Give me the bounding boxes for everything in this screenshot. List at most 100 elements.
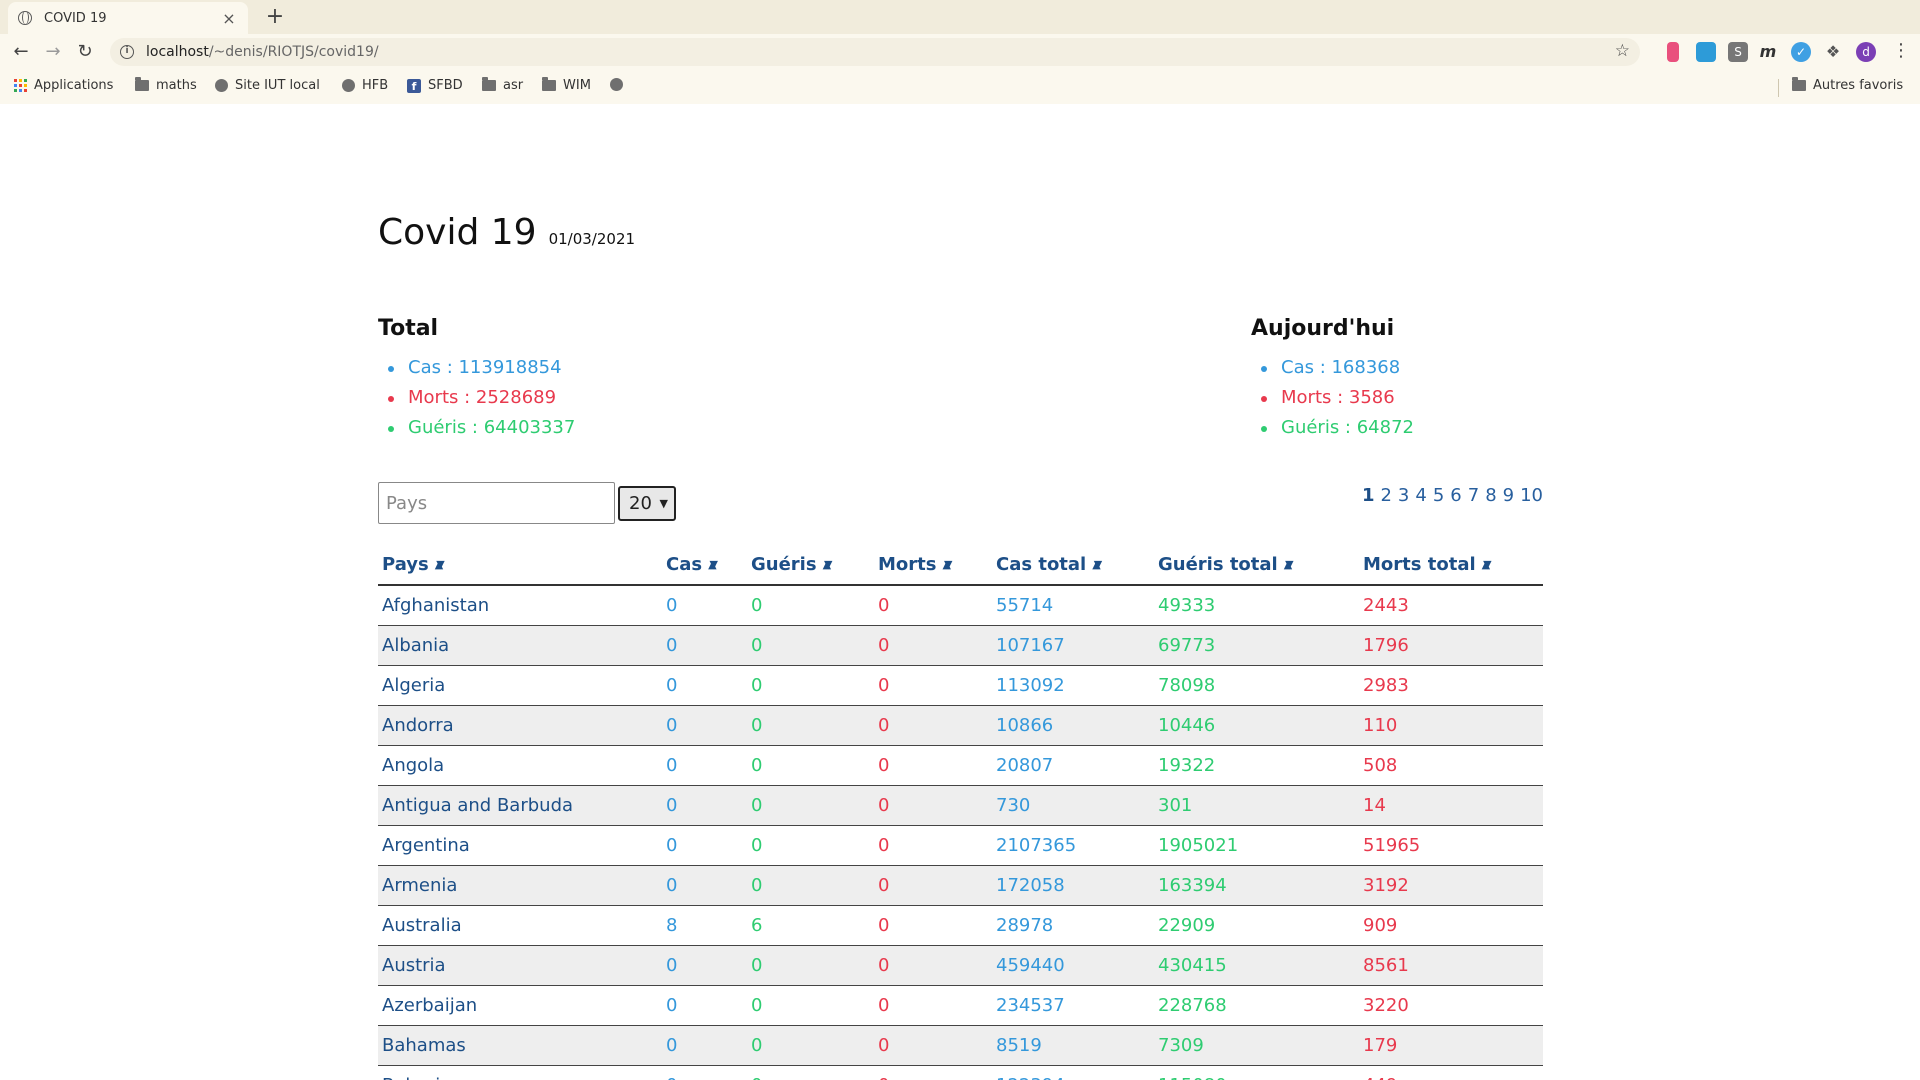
page-link-7[interactable]: 7: [1468, 485, 1479, 506]
bookmark-unnamed[interactable]: [610, 78, 630, 91]
cell-gueris: 0: [747, 825, 874, 866]
cell-gueris: 0: [747, 745, 874, 786]
cell-morts-total: 1796: [1359, 625, 1543, 666]
page-link-8[interactable]: 8: [1485, 485, 1496, 506]
countries-table: Pays ▲▼ Cas ▲▼ Guéris ▲▼ Morts ▲▼ Cas total ▲▼ Gué…: [378, 545, 1543, 1080]
cell-gueris-total: 22909: [1154, 905, 1359, 946]
cell-morts-total: 3192: [1359, 865, 1543, 906]
address-bar[interactable]: i localhost/~denis/RIOTJS/covid19/ ☆: [110, 38, 1640, 66]
cell-cas-total: 107167: [992, 625, 1154, 666]
column-header-pays[interactable]: Pays ▲▼: [378, 545, 662, 586]
column-header-gueris-total[interactable]: Guéris total ▲▼: [1154, 545, 1359, 586]
extension-check-icon[interactable]: ✓: [1791, 42, 1811, 62]
cell-morts-total: 909: [1359, 905, 1543, 946]
column-header-morts[interactable]: Morts ▲▼: [874, 545, 992, 586]
cell-gueris-total: 228768: [1154, 985, 1359, 1026]
page-link-4[interactable]: 4: [1415, 485, 1426, 506]
table-row: Albania 0 0 0 107167 69773 1796: [378, 625, 1543, 666]
cell-gueris: 0: [747, 665, 874, 706]
total-cas: Cas : 113918854: [388, 353, 575, 383]
total-list: Cas : 113918854 Morts : 2528689 Guéris :…: [378, 353, 575, 443]
column-header-gueris[interactable]: Guéris ▲▼: [747, 545, 874, 586]
back-arrow-icon[interactable]: ←: [8, 39, 34, 65]
cell-morts: 0: [874, 1025, 992, 1066]
page-link-5[interactable]: 5: [1433, 485, 1444, 506]
cell-morts-total: 2983: [1359, 665, 1543, 706]
extension-s-icon[interactable]: S: [1728, 42, 1748, 62]
reload-icon[interactable]: ↻: [72, 39, 98, 65]
cell-morts-total: 449: [1359, 1065, 1543, 1080]
globe-icon: [342, 79, 355, 92]
cell-gueris: 0: [747, 585, 874, 626]
facebook-icon: f: [407, 78, 421, 93]
today-cas: Cas : 168368: [1261, 353, 1414, 383]
tab-covid19[interactable]: COVID 19 ×: [8, 2, 248, 34]
cell-morts: 0: [874, 865, 992, 906]
cell-gueris-total: 115080: [1154, 1065, 1359, 1080]
forward-arrow-icon[interactable]: →: [40, 39, 66, 65]
page-link-1[interactable]: 1: [1362, 485, 1375, 506]
extension-m-icon[interactable]: m: [1758, 42, 1778, 62]
cell-cas-total: 10866: [992, 705, 1154, 746]
cell-pays: Antigua and Barbuda: [378, 785, 662, 826]
bookmark-asr[interactable]: asr: [482, 77, 523, 93]
sort-icon: ▲▼: [822, 558, 833, 571]
cell-cas-total: 113092: [992, 665, 1154, 706]
page-link-9[interactable]: 9: [1503, 485, 1514, 506]
browser-menu-icon[interactable]: ⋮: [1892, 40, 1910, 62]
table-row: Austria 0 0 0 459440 430415 8561: [378, 945, 1543, 986]
table-row: Afghanistan 0 0 0 55714 49333 2443: [378, 585, 1543, 626]
page-date: 01/03/2021: [548, 230, 636, 248]
cell-gueris: 6: [747, 905, 874, 946]
cell-gueris: 0: [747, 705, 874, 746]
page-link-3[interactable]: 3: [1398, 485, 1409, 506]
cell-morts: 0: [874, 785, 992, 826]
bookmark-sfbd[interactable]: f SFBD: [407, 78, 463, 93]
browser-chrome: COVID 19 × + ← → ↻ i localhost/~denis/RI…: [0, 0, 1920, 104]
cell-pays: Andorra: [378, 705, 662, 746]
column-header-morts-total[interactable]: Morts total ▲▼: [1359, 545, 1543, 586]
column-header-cas[interactable]: Cas ▲▼: [662, 545, 747, 586]
cell-gueris-total: 69773: [1154, 625, 1359, 666]
profile-avatar[interactable]: d: [1856, 42, 1876, 62]
cell-morts: 0: [874, 705, 992, 746]
cell-gueris: 0: [747, 1065, 874, 1080]
bookmark-maths[interactable]: maths: [135, 77, 197, 93]
new-tab-button[interactable]: +: [262, 4, 288, 30]
table-row: Bahamas 0 0 0 8519 7309 179: [378, 1025, 1543, 1066]
page-link-10[interactable]: 10: [1520, 485, 1543, 506]
bookmark-label: Applications: [34, 78, 114, 93]
bookmark-star-icon[interactable]: ☆: [1615, 41, 1630, 61]
title-row: Covid 19 01/03/2021: [378, 212, 635, 253]
bookmarks-bar: Applications maths Site IUT local HFB f …: [0, 70, 1920, 104]
extension-badge-icon[interactable]: [1696, 42, 1716, 62]
table-header-row: Pays ▲▼ Cas ▲▼ Guéris ▲▼ Morts ▲▼ Cas total ▲▼ Gué…: [378, 545, 1543, 586]
cell-morts-total: 508: [1359, 745, 1543, 786]
info-icon[interactable]: i: [120, 45, 134, 59]
bookmark-other-favorites[interactable]: Autres favoris: [1792, 77, 1903, 93]
today-heading: Aujourd'hui: [1251, 316, 1395, 341]
cell-pays: Armenia: [378, 865, 662, 906]
column-header-label: Morts: [878, 554, 937, 575]
extensions-puzzle-icon[interactable]: ❖: [1823, 42, 1843, 62]
table-controls: 20 ▼: [378, 482, 676, 524]
close-tab-icon[interactable]: ×: [220, 9, 238, 28]
bookmark-hfb[interactable]: HFB: [342, 78, 388, 93]
extension-pocket-icon[interactable]: [1667, 42, 1679, 62]
cell-cas: 0: [662, 625, 747, 666]
total-stats: Total Cas : 113918854 Morts : 2528689 Gu…: [378, 316, 575, 443]
today-gueris: Guéris : 64872: [1261, 413, 1414, 443]
page-link-2[interactable]: 2: [1380, 485, 1391, 506]
column-header-label: Morts total: [1363, 554, 1476, 575]
page-size-select[interactable]: 20 ▼: [618, 485, 676, 521]
bookmark-site-iut-local[interactable]: Site IUT local: [215, 78, 320, 93]
bookmark-wim[interactable]: WIM: [542, 77, 591, 93]
page-link-6[interactable]: 6: [1450, 485, 1461, 506]
cell-morts-total: 110: [1359, 705, 1543, 746]
bookmark-applications[interactable]: Applications: [14, 78, 113, 93]
cell-gueris-total: 301: [1154, 785, 1359, 826]
bookmark-label: Site IUT local: [235, 78, 320, 93]
column-header-cas-total[interactable]: Cas total ▲▼: [992, 545, 1154, 586]
country-search-input[interactable]: [378, 482, 615, 524]
cell-morts: 0: [874, 945, 992, 986]
